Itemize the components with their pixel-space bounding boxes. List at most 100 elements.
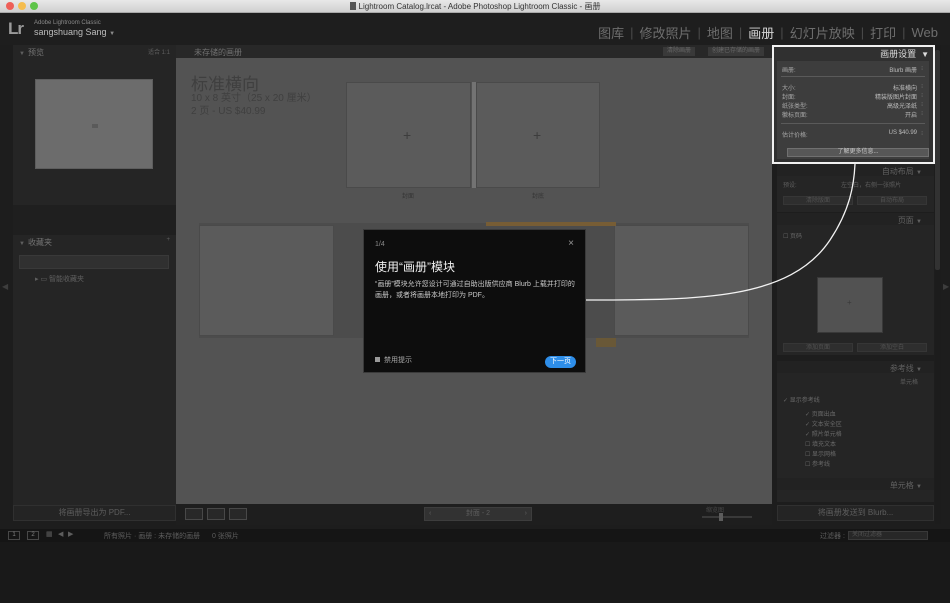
send-book-to-blurb-button[interactable]: 将画册发送到 Blurb... xyxy=(777,505,934,521)
export-book-pdf-button[interactable]: 将画册导出为 PDF... xyxy=(13,505,176,521)
next-tip-button[interactable]: 下一页 xyxy=(545,356,576,368)
add-photo-icon: + xyxy=(403,127,412,143)
scrollbar-thumb[interactable] xyxy=(935,50,940,270)
book-size-select[interactable]: 大小: 标准横向 ⁝ xyxy=(782,83,923,92)
primary-window-button[interactable]: 1 xyxy=(8,531,20,540)
paper-type-select[interactable]: 纸张类型: 高级光泽纸 ⁝ xyxy=(782,101,923,110)
lightroom-logo: Lr xyxy=(8,19,24,38)
slider-knob[interactable] xyxy=(719,513,723,521)
guide-photo-cells[interactable]: ✓ 照片单元格 xyxy=(805,429,842,438)
lightroom-window: Lightroom Catalog.lrcat - Adobe Photosho… xyxy=(0,0,950,603)
book-info: 10 x 8 英寸（25 x 20 厘米） 2 页 - US $40.99 xyxy=(191,92,317,118)
guide-filler-text[interactable]: ☐ 填充文本 xyxy=(805,439,836,448)
preview-panel-header[interactable]: ▼ 预览 适合 1:1 xyxy=(13,45,176,57)
close-icon[interactable]: × xyxy=(568,238,574,249)
book-settings-panel: 画册设置 ▼ 画册: Blurb 画册 ⁝ 大小: 标准横向 ⁝ 封面: 精装版图片封面 ⁝ … xyxy=(772,45,935,164)
book-page-price: 2 页 - US $40.99 xyxy=(191,106,266,117)
clear-layout-button[interactable]: 清除版面 xyxy=(783,196,853,205)
chevron-down-icon: ▼ xyxy=(109,31,116,37)
filmstrip xyxy=(0,542,950,603)
identity-plate-bar: Lr Adobe Lightroom Classic sangshuang Sa… xyxy=(0,13,950,45)
page-left[interactable] xyxy=(199,225,334,336)
filter-label: 过滤器 : xyxy=(820,533,845,540)
dropdown-icon: ⁝ xyxy=(921,131,923,137)
guide-page-bleed[interactable]: ✓ 页面出血 xyxy=(805,409,836,418)
page-options-tag[interactable] xyxy=(596,338,616,347)
page-layout-thumbnail[interactable]: + xyxy=(817,277,883,333)
module-library[interactable]: 图库 xyxy=(592,23,630,42)
thumbnail-size-slider[interactable] xyxy=(702,516,752,518)
dropdown-icon: ⁝ xyxy=(921,93,923,99)
add-collection-icon[interactable]: + xyxy=(166,237,170,243)
book-dimensions: 10 x 8 英寸（25 x 20 厘米） xyxy=(191,93,317,104)
add-photo-icon: + xyxy=(533,127,542,143)
triangle-down-icon: ▼ xyxy=(921,50,929,59)
cover-label-back: 封底 xyxy=(532,194,545,200)
grid-icon[interactable]: ▦ xyxy=(46,530,53,538)
add-blank-button[interactable]: 添加空白 xyxy=(857,343,927,352)
spread-view-button[interactable] xyxy=(207,508,225,520)
book-type-select[interactable]: 画册: Blurb 画册 ⁝ xyxy=(782,65,923,74)
create-saved-book-button[interactable]: 创建已存储的画册 xyxy=(708,47,765,56)
module-print[interactable]: 打印 xyxy=(864,23,902,42)
show-guides-checkbox[interactable]: ✓ 显示参考线 xyxy=(783,395,820,404)
right-panel-toggle-icon[interactable]: ▶ xyxy=(943,282,949,292)
preview-zoom-options[interactable]: 适合 1:1 xyxy=(148,47,170,56)
estimated-price: 估计价格: US $40.99 ⁝ xyxy=(782,130,923,139)
add-page-button[interactable]: 添加页面 xyxy=(783,343,853,352)
user-name: sangshuang Sang xyxy=(34,27,107,37)
module-web[interactable]: Web xyxy=(906,25,945,40)
back-icon[interactable]: ◀ xyxy=(58,530,63,538)
cover-page-back[interactable]: + xyxy=(476,82,600,188)
book-settings-header[interactable]: 画册设置 ▼ xyxy=(880,47,929,60)
document-icon xyxy=(349,2,356,10)
left-panel-toggle-icon[interactable]: ◀ xyxy=(2,282,8,292)
guide-lines[interactable]: ☐ 参考线 xyxy=(805,459,830,468)
auto-layout-header[interactable]: 自动布局 ▼ xyxy=(777,164,934,176)
module-book[interactable]: 画册 xyxy=(742,23,780,42)
tip-body: “画册”模块允许您设计可通过自助出版供应商 Blurb 上载并打印的画册，或者将… xyxy=(375,281,575,299)
book-cover-select[interactable]: 封面: 精装版图片封面 ⁝ xyxy=(782,92,923,101)
photo-count: 0 张照片 xyxy=(212,533,239,540)
page-panel-header[interactable]: 页面 ▼ xyxy=(777,213,934,225)
preview-logo-mark xyxy=(92,124,98,128)
collections-area: ▸ ▭ 智能收藏夹 xyxy=(13,247,176,507)
page-number-checkbox[interactable]: ☐ 页码 xyxy=(783,231,802,240)
auto-layout-button[interactable]: 自动布局 xyxy=(857,196,927,205)
guides-panel-header[interactable]: 参考线 ▼ xyxy=(777,361,934,373)
guides-cell-label: 单元格 xyxy=(899,380,918,386)
page-navigator[interactable]: ‹ 封面 - 2 › xyxy=(424,507,532,521)
cell-panel-header[interactable]: 单元格 ▼ xyxy=(777,478,934,490)
auto-layout-panel: 预设: 左空白，右侧一张照片 清除版面 自动布局 xyxy=(777,176,934,212)
module-develop[interactable]: 修改照片 xyxy=(633,23,697,42)
disable-tips-checkbox[interactable]: 禁用提示 xyxy=(375,355,412,365)
forward-icon[interactable]: ▶ xyxy=(68,530,73,538)
logo-page-select[interactable]: 徽标页面: 开启 ⁝ xyxy=(782,110,923,119)
guide-text-safe-area[interactable]: ✓ 文本安全区 xyxy=(805,419,842,428)
module-map[interactable]: 地图 xyxy=(701,23,739,42)
chevron-right-icon[interactable]: › xyxy=(525,508,527,520)
collections-panel-header[interactable]: ▼ 收藏夹 + xyxy=(13,235,176,247)
guide-show-grid[interactable]: ☐ 显示网格 xyxy=(805,449,836,458)
multi-page-view-button[interactable] xyxy=(185,508,203,520)
clear-book-button[interactable]: 清除画册 xyxy=(663,47,696,56)
triangle-right-icon: ▸ ▭ xyxy=(35,276,50,283)
left-panel: ▼ 预览 适合 1:1 ▼ 收藏夹 + ▸ ▭ 智能收藏夹 xyxy=(13,45,176,524)
module-slideshow[interactable]: 幻灯片放映 xyxy=(784,23,861,42)
cell-panel xyxy=(777,490,934,502)
app-name: Adobe Lightroom Classic xyxy=(34,20,101,26)
cover-page-front[interactable]: + xyxy=(346,82,471,188)
dropdown-icon: ⁝ xyxy=(921,111,923,117)
single-page-view-button[interactable] xyxy=(229,508,247,520)
auto-layout-preset-select[interactable]: 左空白，右侧一张照片 xyxy=(841,180,901,189)
filmstrip-source[interactable]: 所有照片 · 画册 : 未存储的画册 xyxy=(104,531,200,541)
secondary-window-button[interactable]: 2 xyxy=(27,531,39,540)
smart-collections-item[interactable]: ▸ ▭ 智能收藏夹 xyxy=(35,274,84,284)
chevron-left-icon[interactable]: ‹ xyxy=(429,508,431,520)
preview-area xyxy=(13,57,176,205)
user-menu[interactable]: sangshuang Sang ▼ xyxy=(34,27,115,37)
filter-select[interactable]: 关闭过滤器 xyxy=(848,531,928,540)
learn-more-button[interactable]: 了解更多信息... xyxy=(787,148,929,157)
collections-search-input[interactable] xyxy=(19,255,169,269)
page-right[interactable] xyxy=(614,225,749,336)
